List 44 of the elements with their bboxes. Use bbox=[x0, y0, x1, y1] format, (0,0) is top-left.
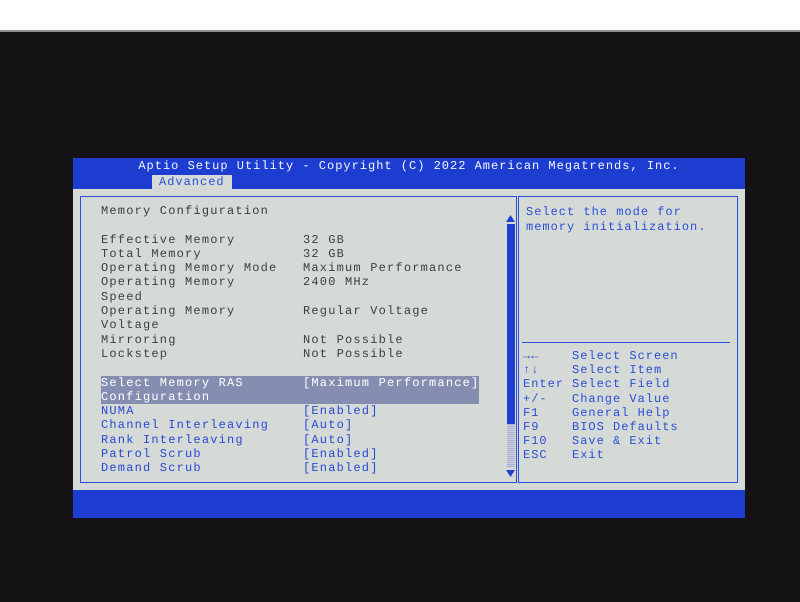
info-label: Operating Memory Voltage bbox=[101, 304, 236, 333]
key-label: ESC bbox=[523, 448, 549, 463]
key-label: F1 bbox=[523, 406, 540, 420]
info-value: Maximum Performance bbox=[303, 261, 463, 276]
menu-item[interactable]: Demand Scrub [Enabled] bbox=[101, 461, 379, 476]
key-action: BIOS Defaults bbox=[572, 420, 679, 434]
menu-item[interactable]: NUMA [Enabled] bbox=[101, 404, 379, 418]
info-value: Regular Voltage bbox=[303, 304, 430, 320]
info-label: Effective Memory bbox=[101, 232, 236, 247]
info-value: 2400 MHz bbox=[303, 275, 370, 292]
key-action: Select Screen bbox=[572, 349, 679, 364]
info-value: 32 GB bbox=[303, 232, 346, 247]
info-label: Mirroring bbox=[101, 332, 177, 347]
key-action: Select Item bbox=[572, 363, 662, 378]
key-action: Save & Exit bbox=[572, 434, 662, 448]
section-heading: Memory Configuration bbox=[101, 204, 270, 218]
info-value: Not Possible bbox=[303, 346, 404, 362]
key-label: F9 bbox=[523, 420, 540, 434]
key-label: ↑↓ bbox=[523, 363, 540, 378]
key-label: →← bbox=[523, 349, 540, 364]
info-value: 32 GB bbox=[303, 246, 346, 262]
key-action: Select Field bbox=[572, 377, 670, 392]
menu-item[interactable]: Rank Interleaving [Auto] bbox=[101, 432, 354, 448]
menu-item[interactable]: Channel Interleaving [Auto] bbox=[101, 418, 354, 433]
info-label: Lockstep bbox=[101, 346, 168, 362]
scroll-down-icon[interactable] bbox=[506, 470, 515, 477]
help-text: Select the mode for memory initialization. bbox=[526, 205, 708, 234]
scrollbar-thumb[interactable] bbox=[506, 224, 514, 424]
key-label: +/- bbox=[523, 392, 549, 406]
menu-item[interactable]: Select Memory RAS Configuration [Maximum Performance] bbox=[101, 376, 480, 404]
info-value: Not Possible bbox=[303, 332, 404, 347]
menu-item[interactable]: Patrol Scrub [Enabled] bbox=[101, 447, 379, 462]
info-label: Operating Memory Speed bbox=[101, 275, 236, 304]
key-action: Change Value bbox=[572, 392, 670, 406]
key-label: F10 bbox=[523, 434, 549, 448]
scroll-up-icon[interactable] bbox=[506, 215, 515, 222]
window-title: Aptio Setup Utility - Copyright (C) 2022 American Megatrends, Inc. bbox=[137, 158, 681, 175]
scrollbar-track[interactable] bbox=[506, 224, 514, 468]
info-label: Total Memory bbox=[101, 246, 202, 262]
menu-tab[interactable]: Advanced bbox=[152, 175, 232, 189]
key-label: Enter bbox=[523, 377, 566, 392]
info-label: Operating Memory Mode bbox=[101, 261, 278, 276]
key-action: General Help bbox=[572, 406, 670, 420]
key-action: Exit bbox=[572, 448, 605, 463]
